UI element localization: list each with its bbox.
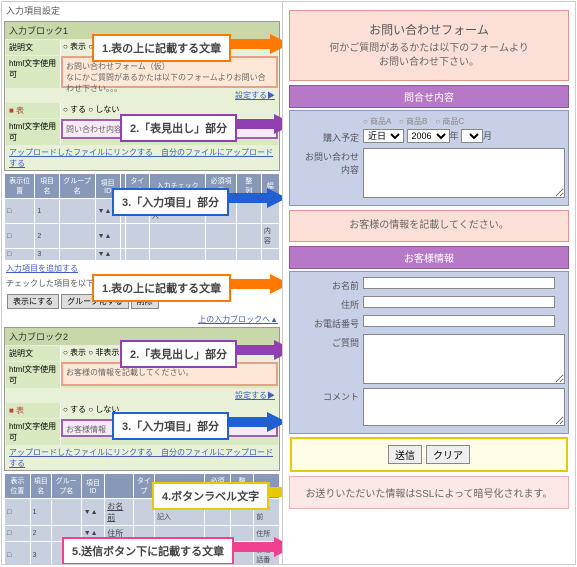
table-heading-label: ■ 表 (6, 403, 61, 418)
callout-3b: 3.「入力項目」部分 (112, 412, 229, 440)
desc-label: 説明文 (6, 40, 61, 55)
callout-2b: 2.「表見出し」部分 (120, 340, 237, 368)
arrow-icon (234, 537, 282, 557)
html-label: html文字使用可 (6, 56, 61, 88)
callout-5: 5.送信ボタン下に記載する文章 (62, 537, 234, 564)
upload-link[interactable]: アップロードしたファイルにリンクする 自分のファイルにアップロードする (9, 148, 273, 168)
preview-heading-2: お客様情報 (289, 246, 569, 269)
callout-3: 3.「入力項目」部分 (112, 188, 229, 216)
table-row[interactable]: □2▼▲内容 (5, 224, 280, 249)
question-textarea[interactable] (363, 334, 565, 384)
phone-input[interactable] (363, 315, 555, 327)
comment-textarea[interactable] (363, 388, 565, 426)
table-heading-label: ■ 表 (6, 103, 61, 118)
html-label: html文字使用可 (6, 362, 61, 388)
preview-intro-box-2: お客様の情報を記載してください。 (289, 210, 569, 242)
arrow-icon (227, 188, 282, 208)
select-year[interactable]: 2006 (407, 129, 450, 143)
arrow-icon (234, 114, 282, 134)
html-label2: html文字使用可 (6, 119, 61, 145)
field-label: お問い合わせ内容 (293, 148, 363, 200)
field-label: お名前 (293, 277, 363, 294)
inquiry-textarea[interactable] (363, 148, 565, 198)
field-label: お電話番号 (293, 315, 363, 332)
name-input[interactable] (363, 277, 555, 289)
field-label: 住所 (293, 296, 363, 313)
config-link[interactable]: 設定する▶ (235, 91, 275, 100)
arrow-icon (230, 34, 282, 54)
preview-form-1: ○ 商品A ○ 商品B ○ 商品C 購入予定近日 2006年 月 お問い合わせ内… (289, 110, 569, 206)
submit-button[interactable]: 送信 (388, 445, 422, 464)
config-link[interactable]: 設定する▶ (235, 391, 275, 400)
field-label: コメント (293, 388, 363, 428)
preview-footer: お送りいただいた情報はSSLによって暗号化されます。 (289, 476, 569, 509)
arrow-icon (227, 412, 282, 432)
arrow-icon (230, 274, 282, 294)
page-heading: 入力項目設定 (2, 2, 282, 19)
callout-4: 4.ボタンラベル文字 (152, 482, 269, 510)
callout-2: 2.「表見出し」部分 (120, 114, 237, 142)
select-month[interactable] (461, 129, 483, 143)
show-button[interactable]: 表示にする (7, 294, 59, 309)
up-link[interactable]: 上の入力ブロックへ▲ (198, 315, 278, 324)
add-item-link[interactable]: 入力項目を追加する (6, 264, 78, 273)
desc-label: 説明文 (6, 346, 61, 361)
select-period[interactable]: 近日 (363, 129, 404, 143)
table-row[interactable]: □3▼▲ (5, 249, 280, 261)
field-label: 購入予定 (293, 129, 363, 146)
address-input[interactable] (363, 296, 555, 308)
preview-intro-box: お問い合わせフォーム 何かご質問があるかたは以下のフォームより お問い合わせ下さ… (289, 10, 569, 81)
clear-button[interactable]: クリア (426, 445, 470, 464)
callout-1: 1.表の上に記載する文章 (92, 34, 231, 62)
callout-1b: 1.表の上に記載する文章 (92, 274, 231, 302)
preview-box2-text: お客様の情報を記載してください。 (298, 219, 560, 233)
upload-link[interactable]: アップロードしたファイルにリンクする 自分のファイルにアップロードする (9, 448, 273, 468)
preview-form-2: お名前 住所 お電話番号 ご質問 コメント (289, 271, 569, 434)
preview-heading-1: 問合せ内容 (289, 85, 569, 108)
arrow-icon (234, 340, 282, 360)
preview-title: お問い合わせフォーム (298, 21, 560, 38)
html-label: html文字使用可 (6, 419, 61, 445)
field-label: ご質問 (293, 334, 363, 386)
preview-subtitle: 何かご質問があるかたは以下のフォームより お問い合わせ下さい。 (298, 42, 560, 70)
preview-buttons: 送信クリア (290, 437, 568, 472)
table1: 表示位置項目名グループ名項目IDタイプ入力チェック必須項目整 列幅 □1▼▲自由… (4, 173, 280, 261)
